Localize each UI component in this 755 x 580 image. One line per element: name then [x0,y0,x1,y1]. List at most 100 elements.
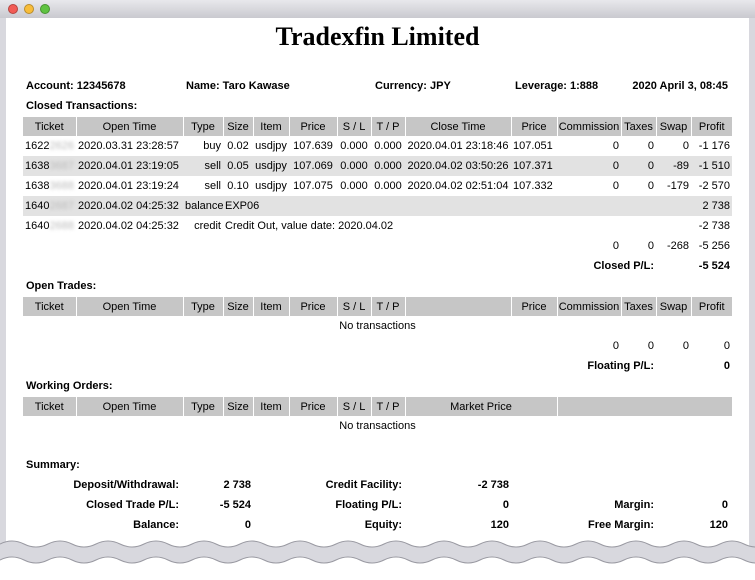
profit-cell: -1 176 [698,140,730,152]
closed-pl-value: -5 524 [698,260,730,272]
open-time-cell: 2020.04.02 04:25:32 [78,220,179,232]
working-orders-table: Ticket Open Time Type Size Item Price S … [23,397,732,436]
company-title: Tradexfin Limited [275,22,480,51]
size-cell: 0.10 [227,180,249,192]
swap-cell: -179 [666,180,689,192]
report-datetime: 2020 April 3, 08:45 [632,80,728,92]
col-tp: T / P [371,397,406,416]
ticket-cell: 16402688 [25,220,74,232]
empty-row: No transactions [23,316,732,336]
table-row: 16402688 2020.04.02 04:25:32 credit Cred… [23,216,732,236]
col-open-time: Open Time [76,297,184,316]
total-commission: 0 [612,340,619,352]
profit-cell: 2 738 [691,196,732,216]
close-window-button[interactable] [8,4,18,14]
margin-label: Margin: [614,499,654,511]
taxes-cell: 0 [621,156,656,176]
size-cell: 0.05 [223,156,253,176]
col-sl: S / L [337,117,372,136]
col-item: Item [253,117,290,136]
commission-cell: 0 [612,180,619,192]
col-size: Size [223,117,254,136]
col-tp: T / P [371,117,406,136]
closed-transactions-table: Ticket Open Time Type Size Item Price S … [23,117,732,276]
total-taxes: 0 [647,240,654,252]
masked-digits: 2687 [49,200,74,212]
tp-cell: 0.000 [374,140,402,152]
account-number: Account: 12345678 [26,80,126,92]
open-time-cell: 2020.04.01 23:19:24 [78,180,179,192]
sl-cell: 0.000 [340,140,368,152]
masked-digits: 2626 [49,140,74,152]
item-cell: usdjpy [255,140,287,152]
closed-trade-pl-value: -5 524 [219,499,251,511]
col-type: Type [183,117,224,136]
type-cell: sell [183,156,223,176]
open-time-cell: 2020.04.01 23:19:05 [76,156,183,176]
no-transactions-text: No transactions [339,420,416,432]
taxes-cell: 0 [647,140,654,152]
zoom-window-button[interactable] [40,4,50,14]
col-swap: Swap [656,297,692,316]
swap-cell: 0 [682,140,689,152]
closed-transactions-label: Closed Transactions: [26,100,138,112]
col-tp: T / P [371,297,406,316]
free-margin-label: Free Margin: [587,519,654,531]
masked-digits: 3687 [49,160,74,172]
tp-cell: 0.000 [371,156,405,176]
ticket-cell: 16222626 [25,140,74,152]
col-open-time: Open Time [76,397,184,416]
close-time-cell: 2020.04.01 23:18:46 [407,140,509,152]
floating-pl-label: Floating P/L: [587,360,654,372]
ticket-cell: 16383687 [23,156,76,176]
deposit-withdrawal-value: 2 738 [223,479,251,491]
sl-cell: 0.000 [337,156,371,176]
closed-header-row: Ticket Open Time Type Size Item Price S … [23,117,732,136]
total-swap: 0 [682,340,689,352]
table-row: 16402687 2020.04.02 04:25:32 balance EXP… [23,196,732,216]
col-price: Price [289,397,338,416]
col-taxes: Taxes [621,117,657,136]
profit-cell: -2 738 [698,220,730,232]
col-ticket: Ticket [23,397,77,416]
close-price-cell: 107.371 [511,156,557,176]
minimize-window-button[interactable] [24,4,34,14]
floating-pl-summary-value: 0 [502,499,509,511]
col-price: Price [289,117,338,136]
price-cell: 107.075 [293,180,333,192]
price-cell: 107.639 [293,140,333,152]
floating-pl-value: 0 [723,360,730,372]
col-commission: Commission [557,297,622,316]
swap-cell: -89 [656,156,691,176]
col-profit: Profit [691,297,732,316]
account-currency: Currency: JPY [375,80,451,92]
col-price: Price [289,297,338,316]
sl-cell: 0.000 [340,180,368,192]
col-size: Size [223,297,254,316]
open-trades-table: Ticket Open Time Type Size Item Price S … [23,297,732,376]
type-cell: buy [203,140,221,152]
total-profit: 0 [723,340,730,352]
no-transactions-text: No transactions [339,320,416,332]
comment-cell: Credit Out, value date: 2020.04.02 [225,220,394,232]
profit-cell: -2 570 [698,180,730,192]
account-name: Name: Taro Kawase [186,80,290,92]
taxes-cell: 0 [647,180,654,192]
open-time-cell: 2020.04.02 04:25:32 [76,196,183,216]
ticket-cell: 16402687 [23,196,76,216]
total-profit: -5 256 [698,240,730,252]
close-time-cell: 2020.04.02 03:50:26 [405,156,511,176]
torn-edge-decoration [0,540,755,580]
table-row: 16222626 2020.03.31 23:28:57 buy 0.02 us… [23,136,732,156]
comment-cell: EXP06 [223,196,691,216]
col-profit: Profit [691,117,732,136]
masked-digits: 2688 [49,220,74,232]
total-commission: 0 [612,240,619,252]
item-cell: usdjpy [253,156,289,176]
deposit-withdrawal-label: Deposit/Withdrawal: [73,479,179,491]
col-market-price: Market Price [405,397,558,416]
type-cell: credit [194,220,221,232]
col-open-time: Open Time [76,117,184,136]
open-trades-label: Open Trades: [26,280,97,292]
equity-value: 120 [490,519,509,531]
